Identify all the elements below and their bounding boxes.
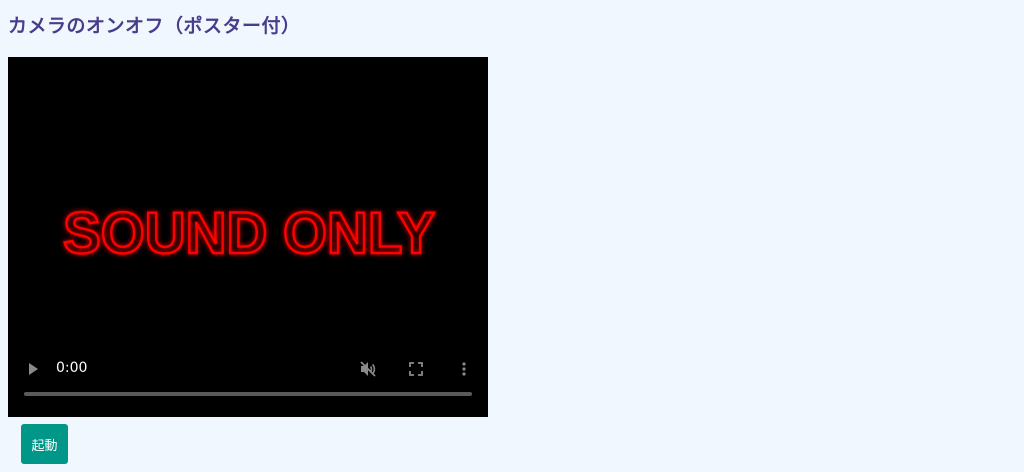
fullscreen-button[interactable] xyxy=(400,353,432,385)
video-controls: 0:00 xyxy=(8,350,488,417)
fullscreen-icon xyxy=(409,362,423,376)
play-icon xyxy=(29,363,38,375)
play-button[interactable] xyxy=(17,353,49,385)
start-button[interactable]: 起動 xyxy=(21,424,68,464)
volume-muted-icon xyxy=(360,361,376,377)
current-time: 0:00 xyxy=(56,360,88,376)
page-title: カメラのオンオフ（ポスター付） xyxy=(8,15,301,37)
mute-button[interactable] xyxy=(352,353,384,385)
page: カメラのオンオフ（ポスター付） SOUND ONLY 0:00 起動 xyxy=(0,0,1024,472)
video-timeline[interactable] xyxy=(24,392,472,396)
more-vertical-icon xyxy=(462,362,466,376)
poster-text: SOUND ONLY xyxy=(63,201,435,266)
more-options-button[interactable] xyxy=(448,353,480,385)
video-player[interactable]: SOUND ONLY 0:00 xyxy=(8,57,488,417)
video-poster: SOUND ONLY xyxy=(8,198,488,268)
